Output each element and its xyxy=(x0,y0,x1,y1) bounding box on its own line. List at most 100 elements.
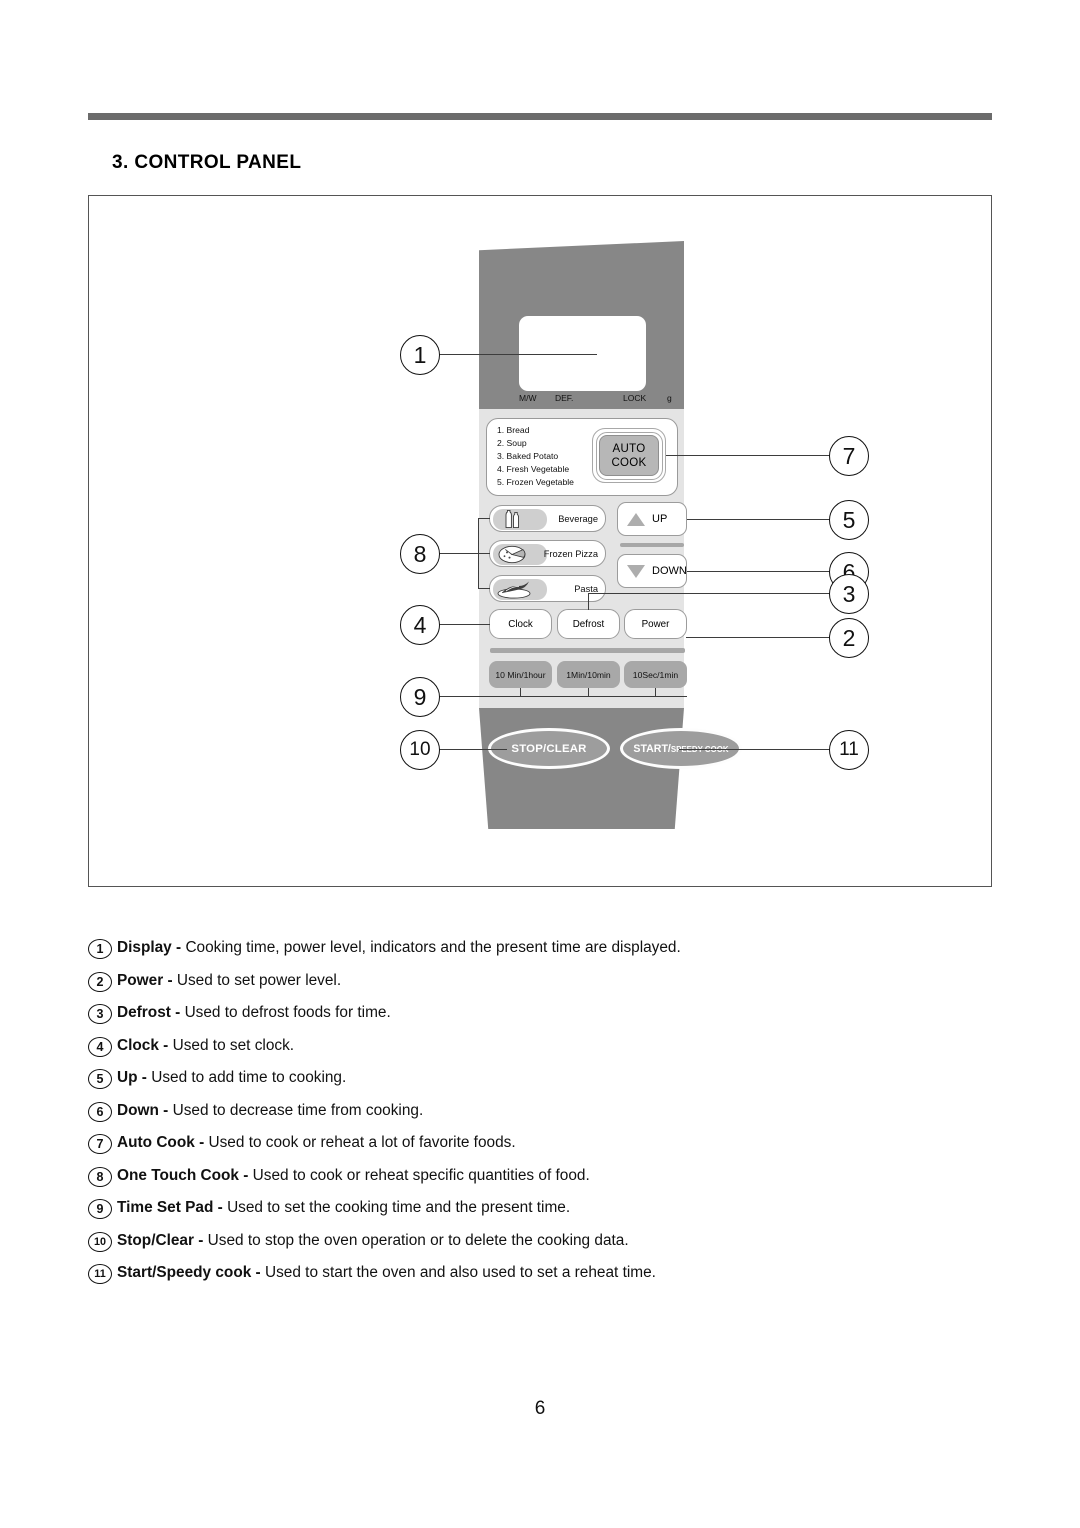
auto-cook-button-inner-ring: AUTO COOK xyxy=(595,431,663,480)
description-term: Auto Cook - xyxy=(117,1134,209,1151)
description-body: Used to cook or reheat specific quantiti… xyxy=(252,1166,590,1184)
clock-button[interactable]: Clock xyxy=(489,609,552,639)
callout-3: 3 xyxy=(829,574,869,614)
description-item: 6 Down - Used to decrease time from cook… xyxy=(88,1101,998,1122)
one-touch-label-pasta: Pasta xyxy=(574,583,598,594)
description-number: 8 xyxy=(88,1166,112,1187)
time-pad-10sec-1min[interactable]: 10Sec/1min xyxy=(624,661,687,688)
description-text: Clock - Used to set clock. xyxy=(117,1036,294,1056)
description-text: One Touch Cook - Used to cook or reheat … xyxy=(117,1166,590,1186)
callout-4: 4 xyxy=(400,605,440,645)
callout-5: 5 xyxy=(829,500,869,540)
description-body: Used to stop the oven operation or to de… xyxy=(207,1231,629,1249)
pasta-plate-icon xyxy=(493,579,547,600)
leader-line-7 xyxy=(666,455,831,457)
description-term: Time Set Pad - xyxy=(117,1199,228,1216)
description-body: Used to start the oven and also used to … xyxy=(264,1264,656,1281)
display-indicator-row: M/W DEF. LOCK g xyxy=(519,393,672,406)
description-term: Up - xyxy=(117,1069,152,1086)
description-item: 9 Time Set Pad - Used to set the cooking… xyxy=(88,1198,998,1219)
description-number: 9 xyxy=(88,1199,112,1219)
leader-line-4 xyxy=(437,624,490,626)
down-button-label: DOWN xyxy=(652,565,687,577)
menu-item-soup: 2. Soup xyxy=(497,438,527,449)
description-text: Start/Speedy cook - Used to start the ov… xyxy=(117,1263,656,1283)
down-button[interactable]: DOWN xyxy=(617,554,687,588)
stop-clear-label: STOP/CLEAR xyxy=(511,742,587,755)
description-item: 11 Start/Speedy cook - Used to start the… xyxy=(88,1263,998,1284)
description-number: 1 xyxy=(88,939,112,959)
description-body: Used to set power level. xyxy=(176,971,342,989)
menu-item-bread: 1. Bread xyxy=(497,425,530,435)
leader-line-5 xyxy=(687,519,832,521)
description-text: Auto Cook - Used to cook or reheat a lot… xyxy=(117,1133,516,1153)
time-pad-1min-10min[interactable]: 1Min/10min xyxy=(557,661,620,688)
panel-lower-face xyxy=(479,708,684,829)
description-item: 10 Stop/Clear - Used to stop the oven op… xyxy=(88,1231,998,1252)
menu-item-frozen-vegetable: 5. Frozen Vegetable xyxy=(497,477,574,488)
callout-2: 2 xyxy=(829,618,869,658)
one-touch-button-beverage[interactable]: Beverage xyxy=(489,505,606,532)
auto-cook-button-face: AUTO COOK xyxy=(599,435,659,476)
indicator-mw: M/W xyxy=(519,393,537,403)
description-number: 3 xyxy=(88,1004,112,1024)
description-term: Stop/Clear - xyxy=(117,1231,208,1249)
page-number: 6 xyxy=(534,1398,546,1419)
leader-line-3 xyxy=(588,593,832,595)
description-text: Defrost - Used to defrost foods for time… xyxy=(117,1003,391,1023)
up-button-label: UP xyxy=(652,513,668,525)
power-button[interactable]: Power xyxy=(624,609,687,639)
leader-line-9-tick-1 xyxy=(520,688,522,697)
one-touch-label-beverage: Beverage xyxy=(558,513,598,524)
description-number: 11 xyxy=(88,1264,112,1284)
description-text: Stop/Clear - Used to stop the oven opera… xyxy=(117,1231,629,1251)
description-item: 2 Power - Used to set power level. xyxy=(88,971,998,992)
menu-item-baked-potato: 3. Baked Potato xyxy=(497,451,559,462)
description-body: Used to add time to cooking. xyxy=(151,1069,347,1086)
description-number: 7 xyxy=(88,1134,112,1154)
description-item: 8 One Touch Cook - Used to cook or rehea… xyxy=(88,1166,998,1187)
auto-cook-menu-list: 1. Bread 2. Soup 3. Baked Potato 4. Fres… xyxy=(497,424,574,489)
leader-line-6 xyxy=(687,571,832,573)
one-touch-label-frozen-pizza: Frozen Pizza xyxy=(543,548,598,559)
description-number: 10 xyxy=(88,1231,112,1252)
header-rule xyxy=(88,113,992,120)
leader-line-8-branch-bottom xyxy=(478,588,490,590)
leader-line-11 xyxy=(679,749,831,751)
start-label-main: START/ xyxy=(633,742,671,755)
auto-cook-label-line2: COOK xyxy=(611,456,647,469)
auto-cook-label-line1: AUTO xyxy=(612,442,646,455)
leader-line-10 xyxy=(437,749,507,751)
description-body: Used to defrost foods for time. xyxy=(184,1004,391,1021)
leader-line-8 xyxy=(437,553,479,555)
callout-7: 7 xyxy=(829,436,869,476)
defrost-button[interactable]: Defrost xyxy=(557,609,620,639)
control-panel-diagram-frame: M/W DEF. LOCK g 1. Bread 2. Soup 3. Bake… xyxy=(88,195,992,887)
description-term: One Touch Cook - xyxy=(117,1166,253,1184)
description-term: Power - xyxy=(117,971,177,989)
time-pad-10min-1hour[interactable]: 10 Min/1hour xyxy=(489,661,552,688)
menu-item-fresh-vegetable: 4. Fresh Vegetable xyxy=(497,464,570,475)
triangle-down-icon xyxy=(627,564,645,578)
description-number: 4 xyxy=(88,1036,112,1057)
indicator-lock: LOCK xyxy=(623,393,647,403)
leader-line-3-stem xyxy=(588,593,590,610)
description-item: 5 Up - Used to add time to cooking. xyxy=(88,1068,998,1089)
callout-9: 9 xyxy=(400,677,440,717)
page-title: 3. CONTROL PANEL xyxy=(112,152,302,173)
one-touch-button-frozen-pizza[interactable]: Frozen Pizza xyxy=(489,540,606,567)
triangle-up-icon xyxy=(627,512,645,526)
up-button[interactable]: UP xyxy=(617,502,687,536)
callout-11: 11 xyxy=(829,730,869,770)
control-panel-description-list: 1 Display - Cooking time, power level, i… xyxy=(88,938,998,1296)
indicator-def: DEF. xyxy=(555,393,574,403)
leader-line-8-branch-top xyxy=(478,518,490,520)
auto-cook-button[interactable]: AUTO COOK xyxy=(592,428,666,483)
description-body: Used to set clock. xyxy=(172,1036,295,1054)
leader-line-9 xyxy=(437,696,687,698)
description-term: Display - xyxy=(117,939,186,956)
description-item: 3 Defrost - Used to defrost foods for ti… xyxy=(88,1003,998,1024)
description-number: 5 xyxy=(88,1069,112,1089)
description-text: Display - Cooking time, power level, ind… xyxy=(117,938,681,958)
control-panel-illustration: M/W DEF. LOCK g 1. Bread 2. Soup 3. Bake… xyxy=(389,241,869,866)
